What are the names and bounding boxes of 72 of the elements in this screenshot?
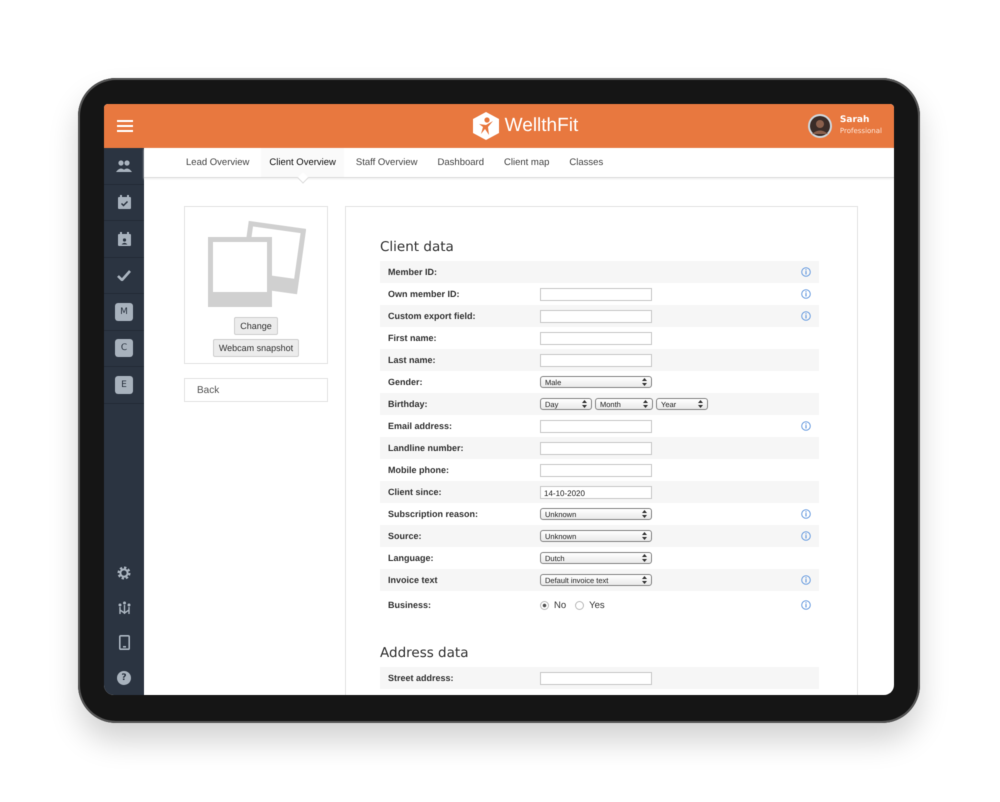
updown-arrows-icon: [642, 378, 647, 386]
field-label: First name:: [388, 333, 438, 343]
sidebar-letter-button[interactable]: M: [115, 302, 133, 321]
section-title: Address data: [380, 645, 470, 661]
input-field[interactable]: [540, 354, 652, 366]
field-label: Subscription reason:: [388, 509, 480, 519]
nav-tab[interactable]: Classes: [561, 148, 612, 177]
input-field[interactable]: [540, 464, 652, 476]
field-label: Member ID:: [388, 267, 438, 277]
field-label: Mobile phone:: [388, 465, 450, 475]
input-field[interactable]: [540, 442, 652, 454]
field-label: Last name:: [388, 355, 437, 365]
field-label: Gender:: [388, 377, 424, 387]
nav-tab[interactable]: Dashboard: [430, 148, 492, 177]
section-title: Client data: [380, 239, 455, 255]
photo-button[interactable]: Webcam snapshot: [212, 339, 300, 357]
info-icon[interactable]: [801, 267, 811, 277]
field-label: Own member ID:: [388, 289, 461, 299]
updown-arrows-icon: [643, 400, 648, 408]
calendar-check-icon[interactable]: [118, 195, 130, 210]
radio-button[interactable]: [575, 600, 584, 610]
people-icon[interactable]: [116, 160, 132, 172]
calendar-person-icon[interactable]: [118, 232, 130, 246]
field-label: Landline number:: [388, 443, 465, 453]
updown-arrows-icon: [642, 576, 647, 584]
updown-arrows-icon: [642, 554, 647, 562]
info-icon[interactable]: [801, 600, 811, 610]
check-icon[interactable]: [117, 270, 131, 281]
field-label: Email address:: [388, 421, 454, 431]
info-icon[interactable]: [801, 421, 811, 431]
info-icon[interactable]: [801, 311, 811, 321]
info-icon[interactable]: [801, 531, 811, 541]
field-label: Street address:: [388, 673, 455, 683]
back-button[interactable]: Back: [184, 378, 328, 402]
logo-icon: [472, 112, 499, 140]
input-field[interactable]: [540, 310, 652, 322]
user-name: Sarah: [840, 115, 870, 126]
updown-arrows-icon: [642, 532, 647, 540]
field-label: Custom export field:: [388, 311, 477, 321]
group-icon[interactable]: [116, 600, 132, 614]
sidebar-letter-button[interactable]: E: [115, 376, 133, 394]
updown-arrows-icon: [642, 510, 647, 518]
field-label: Client since:: [388, 487, 443, 497]
radio-label: No: [554, 600, 566, 610]
info-icon[interactable]: [801, 509, 811, 519]
info-icon[interactable]: [801, 575, 811, 585]
info-icon[interactable]: [801, 289, 811, 299]
tablet-icon[interactable]: [118, 635, 130, 650]
menu-icon[interactable]: [117, 120, 133, 132]
input-field[interactable]: 14-10-2020: [540, 486, 652, 498]
avatar[interactable]: [808, 114, 832, 138]
sidebar-letter-button[interactable]: C: [115, 339, 133, 358]
input-field[interactable]: [540, 288, 652, 300]
nav-tab[interactable]: Client map: [496, 148, 558, 177]
radio-button[interactable]: [540, 600, 549, 610]
field-label: Source:: [388, 531, 423, 541]
nav-tab[interactable]: Staff Overview: [348, 148, 426, 177]
input-field[interactable]: [540, 332, 652, 344]
help-button[interactable]: ?: [117, 670, 131, 684]
input-field[interactable]: [540, 672, 652, 684]
settings-icon[interactable]: [117, 566, 131, 580]
input-field[interactable]: [540, 420, 652, 432]
field-label: Birthday:: [388, 399, 429, 409]
nav-tab[interactable]: Lead Overview: [178, 148, 258, 177]
field-label: Language:: [388, 553, 435, 563]
updown-arrows-icon: [698, 400, 703, 408]
photo-button[interactable]: Change: [234, 317, 278, 335]
updown-arrows-icon: [582, 400, 587, 408]
brand-name: WellthFit: [504, 115, 578, 137]
field-label: Business:: [388, 600, 432, 610]
radio-label: Yes: [589, 600, 605, 610]
field-label: Invoice text: [388, 575, 439, 585]
